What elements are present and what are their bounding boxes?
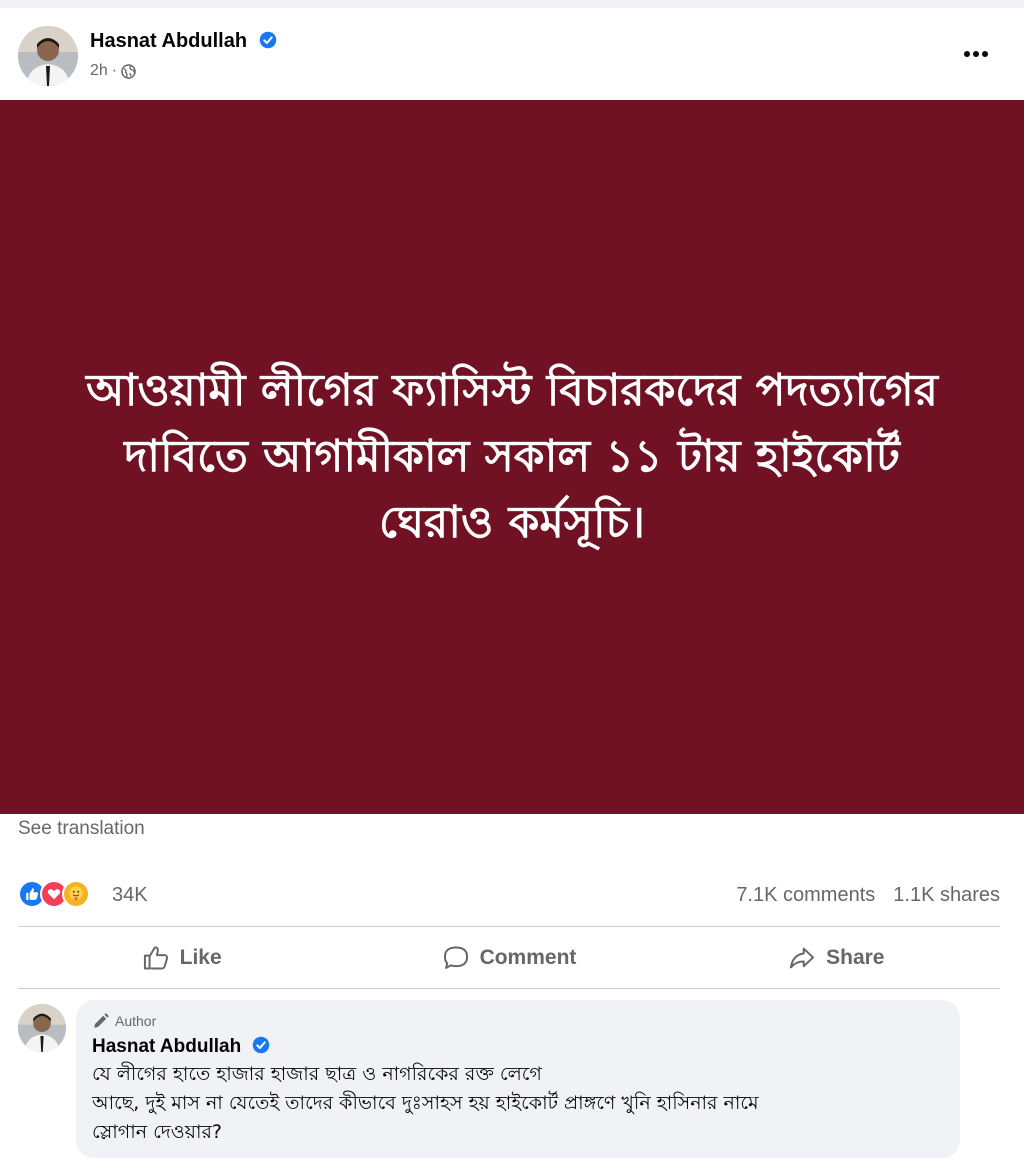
verified-badge-icon xyxy=(253,1036,270,1054)
comment-item: Author Hasnat Abdullah যে লীগের হাতে হাজ… xyxy=(18,1000,1000,1160)
pencil-icon xyxy=(94,1013,109,1028)
comment-label: Comment xyxy=(479,946,577,969)
commenter-avatar-image xyxy=(18,1004,66,1052)
post-time[interactable]: 2h xyxy=(90,62,108,80)
more-options-button[interactable] xyxy=(958,38,994,70)
author-name[interactable]: Hasnat Abdullah xyxy=(90,30,277,53)
thumbs-up-icon xyxy=(143,946,168,970)
commenter-name[interactable]: Hasnat Abdullah xyxy=(92,1036,944,1058)
comments-count[interactable]: 7.1K comments xyxy=(736,884,875,907)
comment-text: যে লীগের হাতে হাজার হাজার ছাত্র ও নাগরিক… xyxy=(92,1063,759,1143)
post-card: Hasnat Abdullah 2h · আওয়ামী লীগের ফ্যাস… xyxy=(0,8,1024,1165)
share-icon xyxy=(790,947,815,969)
divider xyxy=(18,926,1000,927)
comment-icon xyxy=(443,946,468,969)
reaction-count[interactable]: 34K xyxy=(112,884,148,907)
share-button[interactable]: Share xyxy=(673,930,1000,986)
more-dots-icon xyxy=(964,51,988,57)
author-name-text[interactable]: Hasnat Abdullah xyxy=(90,30,247,52)
verified-badge-icon xyxy=(259,31,276,49)
commenter-name-text[interactable]: Hasnat Abdullah xyxy=(92,1036,241,1057)
author-badge: Author xyxy=(92,1012,944,1030)
avatar-image xyxy=(18,26,78,86)
shares-count[interactable]: 1.1K shares xyxy=(893,884,1000,907)
comment-button[interactable]: Comment xyxy=(345,930,672,986)
reactions-summary: 34K 7.1K comments 1.1K shares xyxy=(18,876,1000,916)
commenter-avatar[interactable] xyxy=(18,1004,66,1052)
engagement-counts: 7.1K comments 1.1K shares xyxy=(736,884,1000,907)
meta-separator: · xyxy=(111,62,118,79)
like-label: Like xyxy=(179,946,222,969)
action-bar: Like Comment Share xyxy=(18,930,1000,986)
like-button[interactable]: Like xyxy=(18,930,345,986)
post-banner-image[interactable]: আওয়ামী লীগের ফ্যাসিস্ট বিচারকদের পদত্যা… xyxy=(0,100,1024,814)
globe-icon[interactable] xyxy=(121,63,136,79)
post-header: Hasnat Abdullah 2h · xyxy=(0,8,1024,100)
author-badge-label: Author xyxy=(115,1013,157,1029)
banner-text: আওয়ামী লীগের ফ্যাসিস্ট বিচারকদের পদত্যা… xyxy=(86,365,938,548)
post-meta: 2h · xyxy=(90,62,136,80)
share-label: Share xyxy=(826,946,885,969)
comment-bubble: Author Hasnat Abdullah যে লীগের হাতে হাজ… xyxy=(76,1000,960,1158)
see-translation-link[interactable]: See translation xyxy=(18,818,145,840)
care-icon xyxy=(62,880,90,908)
author-avatar[interactable] xyxy=(18,26,78,86)
reaction-icons[interactable] xyxy=(18,880,90,908)
divider xyxy=(18,988,1000,989)
